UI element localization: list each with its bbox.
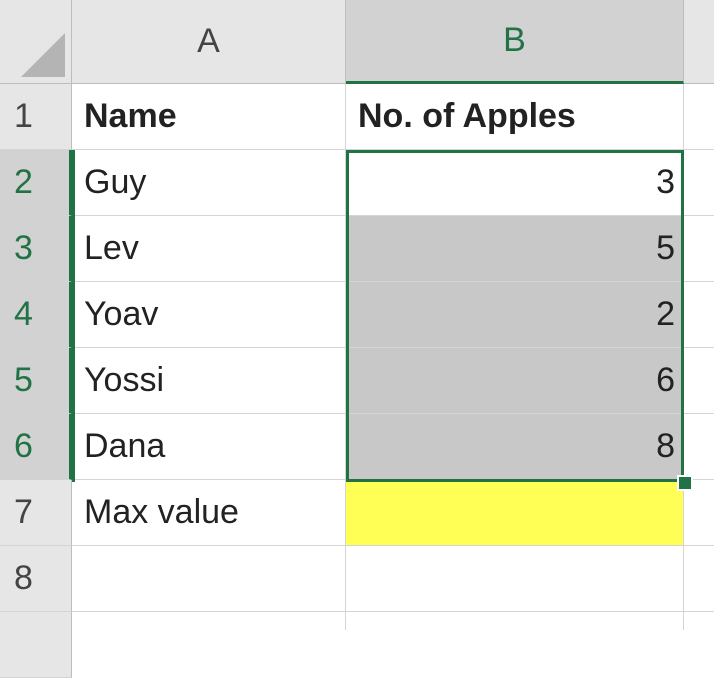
row-header-6[interactable]: 6 <box>0 414 72 480</box>
row-header-7[interactable]: 7 <box>0 480 72 546</box>
row-header-3[interactable]: 3 <box>0 216 72 282</box>
cell-b6[interactable]: 8 <box>346 414 684 480</box>
cell-b8[interactable] <box>346 546 684 612</box>
cell-c8[interactable] <box>684 546 714 612</box>
cell-b5[interactable]: 6 <box>346 348 684 414</box>
select-all-triangle-icon <box>21 33 65 77</box>
spreadsheet-grid: A B 1 2 3 4 5 6 7 8 Name No. of Apples G… <box>0 0 714 678</box>
row-selection-edge <box>72 150 75 482</box>
cell-b7[interactable] <box>346 480 684 546</box>
cell-c6[interactable] <box>684 414 714 480</box>
cell-b1[interactable]: No. of Apples <box>346 84 684 150</box>
row-header-2[interactable]: 2 <box>0 150 72 216</box>
column-header-b[interactable]: B <box>346 0 684 84</box>
cell-c4[interactable] <box>684 282 714 348</box>
cell-a9[interactable] <box>72 612 346 630</box>
cell-a2[interactable]: Guy <box>72 150 346 216</box>
cell-b9[interactable] <box>346 612 684 630</box>
cell-c1[interactable] <box>684 84 714 150</box>
cell-b3[interactable]: 5 <box>346 216 684 282</box>
cell-a8[interactable] <box>72 546 346 612</box>
column-header-a[interactable]: A <box>72 0 346 84</box>
cell-a3[interactable]: Lev <box>72 216 346 282</box>
select-all-corner[interactable] <box>0 0 72 84</box>
cell-a5[interactable]: Yossi <box>72 348 346 414</box>
row-header-4[interactable]: 4 <box>0 282 72 348</box>
cell-c3[interactable] <box>684 216 714 282</box>
row-header-8[interactable]: 8 <box>0 546 72 612</box>
cell-a6[interactable]: Dana <box>72 414 346 480</box>
cell-a7[interactable]: Max value <box>72 480 346 546</box>
row-header-1[interactable]: 1 <box>0 84 72 150</box>
cell-c2[interactable] <box>684 150 714 216</box>
cell-b4[interactable]: 2 <box>346 282 684 348</box>
cell-c5[interactable] <box>684 348 714 414</box>
row-header-9[interactable] <box>0 612 72 678</box>
fill-handle[interactable] <box>677 475 693 491</box>
cell-a1[interactable]: Name <box>72 84 346 150</box>
column-header-c[interactable] <box>684 0 714 84</box>
cell-a4[interactable]: Yoav <box>72 282 346 348</box>
row-header-5[interactable]: 5 <box>0 348 72 414</box>
cell-b2[interactable]: 3 <box>346 150 684 216</box>
